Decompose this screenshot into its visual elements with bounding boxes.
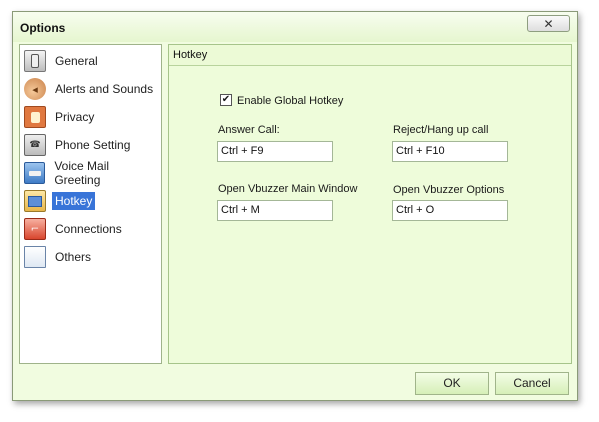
sidebar-item-hotkey[interactable]: Hotkey bbox=[24, 189, 158, 213]
sidebar-item-alerts-and-sounds[interactable]: ◂ Alerts and Sounds bbox=[24, 77, 158, 101]
close-button[interactable]: ✕ bbox=[527, 15, 570, 32]
sidebar-item-label: Connections bbox=[55, 222, 122, 236]
sidebar-item-voice-mail-greeting[interactable]: Voice Mail Greeting bbox=[24, 159, 158, 187]
phone-icon: ☎ bbox=[24, 134, 46, 156]
options-dialog: Options ✕ General ◂ Alerts and Sounds Pr… bbox=[12, 11, 578, 401]
speaker-icon: ◂ bbox=[24, 78, 46, 100]
sidebar-item-others[interactable]: Others bbox=[24, 245, 158, 269]
open-options-label: Open Vbuzzer Options bbox=[393, 184, 505, 196]
sidebar-item-label: Phone Setting bbox=[55, 138, 131, 152]
sidebar-item-label: Others bbox=[55, 250, 92, 264]
hotkey-icon bbox=[24, 190, 46, 212]
voicemail-icon bbox=[24, 162, 46, 184]
ok-button[interactable]: OK bbox=[415, 372, 489, 395]
sidebar-item-phone-setting[interactable]: ☎ Phone Setting bbox=[24, 133, 158, 157]
sidebar-item-label: General bbox=[55, 54, 98, 68]
open-main-window-label: Open Vbuzzer Main Window bbox=[218, 183, 358, 195]
general-icon bbox=[24, 50, 46, 72]
open-options-hotkey-field[interactable]: Ctrl + O bbox=[392, 200, 508, 221]
sidebar-item-label: Privacy bbox=[55, 110, 95, 124]
cancel-button[interactable]: Cancel bbox=[495, 372, 569, 395]
panel-title: Hotkey bbox=[173, 49, 208, 61]
sidebar-item-label: Voice Mail Greeting bbox=[54, 159, 110, 187]
checkmark-icon: ✔ bbox=[221, 94, 231, 105]
answer-call-label: Answer Call: bbox=[218, 124, 280, 136]
sidebar-item-privacy[interactable]: Privacy bbox=[24, 105, 158, 129]
window-title: Options bbox=[20, 21, 66, 35]
reject-call-label: Reject/Hang up call bbox=[393, 124, 489, 136]
sidebar-item-label: Alerts and Sounds bbox=[55, 82, 154, 96]
hotkey-settings-panel: Hotkey ✔ Enable Global Hotkey Answer Cal… bbox=[168, 44, 572, 364]
options-category-list: General ◂ Alerts and Sounds Privacy ☎ Ph… bbox=[19, 44, 162, 364]
sidebar-item-connections[interactable]: ⌐ Connections bbox=[24, 217, 158, 241]
reject-call-hotkey-field[interactable]: Ctrl + F10 bbox=[392, 141, 508, 162]
connections-icon: ⌐ bbox=[24, 218, 46, 240]
title-bar[interactable]: Options ✕ bbox=[13, 12, 577, 42]
answer-call-hotkey-field[interactable]: Ctrl + F9 bbox=[217, 141, 333, 162]
sidebar-item-label: Hotkey bbox=[52, 192, 96, 210]
close-icon: ✕ bbox=[543, 17, 554, 31]
panel-header: Hotkey bbox=[169, 45, 571, 66]
enable-global-hotkey-label[interactable]: Enable Global Hotkey bbox=[237, 95, 343, 107]
enable-global-hotkey-checkbox[interactable]: ✔ bbox=[220, 94, 232, 106]
privacy-icon bbox=[24, 106, 46, 128]
sidebar-item-general[interactable]: General bbox=[24, 49, 158, 73]
open-main-window-hotkey-field[interactable]: Ctrl + M bbox=[217, 200, 333, 221]
document-icon bbox=[24, 246, 46, 268]
